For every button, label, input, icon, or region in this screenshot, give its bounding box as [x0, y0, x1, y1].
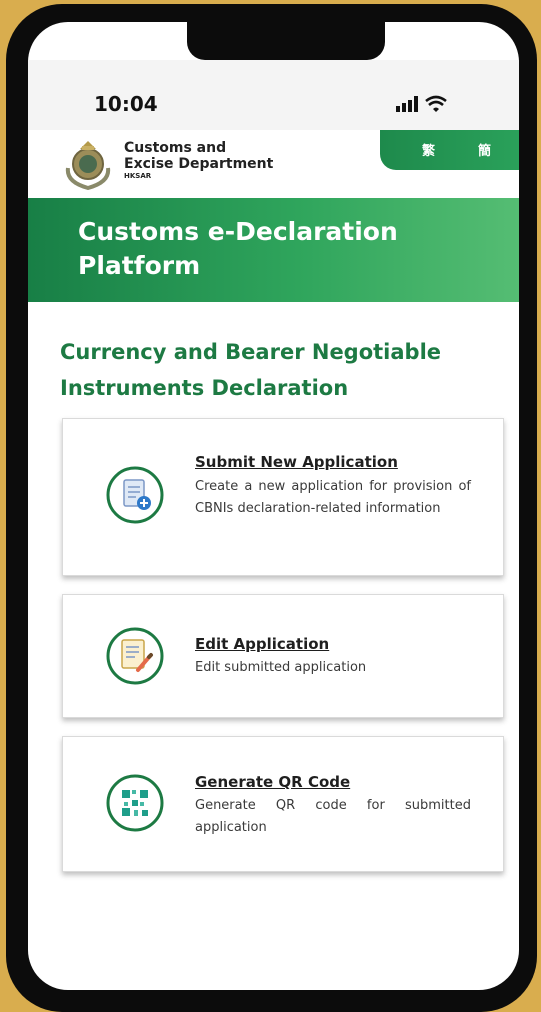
customs-emblem-icon: [65, 141, 111, 190]
generate-qr-code-card[interactable]: Generate QR Code Generate QR code for su…: [62, 736, 504, 872]
lang-traditional-button[interactable]: 繁: [422, 140, 435, 159]
platform-banner: Customs e-Declaration Platform: [28, 198, 519, 302]
generate-qr-code-link[interactable]: Generate QR Code: [195, 773, 350, 791]
lang-simplified-button[interactable]: 簡: [478, 140, 491, 159]
phone-screen: 10:04 Customs and Excise Department HKSA…: [28, 22, 519, 990]
page-title: Currency and Bearer Negotiable Instrumen…: [60, 340, 442, 400]
app-header: Customs and Excise Department HKSAR 繁 簡: [28, 130, 519, 198]
submit-new-application-description: Create a new application for provision o…: [195, 479, 471, 516]
edit-application-card[interactable]: Edit Application Edit submitted applicat…: [62, 594, 504, 718]
department-name-line3: HKSAR: [124, 172, 152, 180]
edit-application-link[interactable]: Edit Application: [195, 635, 329, 653]
submit-new-application-card[interactable]: Submit New Application Create a new appl…: [62, 418, 504, 576]
edit-application-description: Edit submitted application: [195, 660, 367, 675]
status-bar: 10:04: [28, 60, 519, 130]
status-time: 10:04: [94, 92, 158, 116]
qr-code-icon: [106, 774, 164, 832]
camera-notch: [187, 22, 385, 60]
department-name: Customs and Excise Department HKSAR: [124, 140, 273, 180]
department-name-line1: Customs and: [124, 140, 227, 156]
department-name-line2: Excise Department: [124, 156, 274, 172]
banner-title: Customs e-Declaration Platform: [78, 217, 398, 280]
generate-qr-code-description: Generate QR code for submitted applicati…: [195, 798, 471, 835]
language-switcher: 繁 簡: [380, 130, 519, 170]
phone-frame: 10:04 Customs and Excise Department HKSA…: [6, 4, 537, 1012]
submit-new-application-link[interactable]: Submit New Application: [195, 453, 398, 471]
new-document-icon: [106, 466, 164, 524]
edit-document-icon: [106, 627, 164, 685]
signal-wifi-icon: [396, 95, 447, 112]
